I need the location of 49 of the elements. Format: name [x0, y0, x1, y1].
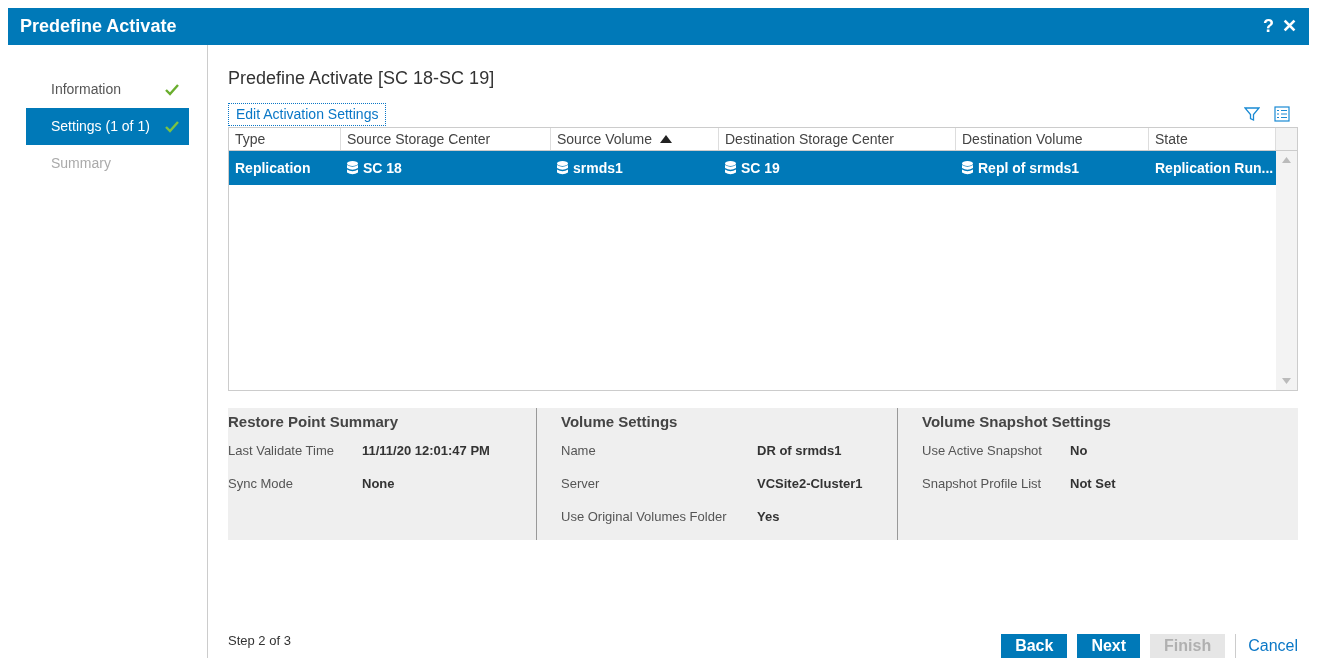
wizard-step[interactable]: Settings (1 of 1) [26, 108, 189, 145]
field-value: Not Set [1070, 474, 1116, 493]
field-label: Last Validate Time [228, 441, 335, 460]
step-indicator: Step 2 of 3 [228, 631, 291, 650]
field-value: 11/11/20 12:01:47 PM [362, 441, 490, 460]
check-icon [165, 83, 179, 96]
help-button[interactable]: ? [1263, 13, 1274, 40]
column-header[interactable]: Source Volume [551, 128, 719, 150]
table-cell: SC 18 [341, 151, 551, 185]
table-cell-text: Replication Run... [1154, 158, 1275, 178]
section-title: Volume Settings [561, 411, 679, 432]
field-value: Yes [757, 507, 780, 526]
field-value: VCSite2-Cluster1 [757, 474, 863, 493]
cancel-link[interactable]: Cancel [1235, 634, 1298, 658]
table-row[interactable]: Replication SC 18 srmds1 SC 19 Repl of srmds1 Replication Run... [229, 151, 1276, 185]
section-title: Volume Snapshot Settings [922, 411, 1112, 432]
table-cell: srmds1 [551, 151, 719, 185]
scrollbar-corner [1276, 128, 1297, 150]
edit-settings-link[interactable]: Edit Activation Settings [228, 102, 387, 126]
sort-ascending-icon [659, 135, 672, 143]
field-label: Use Active Snapshot [922, 441, 1043, 460]
scrollbar[interactable] [1276, 151, 1297, 390]
table-cell-text: Replication [234, 158, 312, 178]
field-label: Use Original Volumes Folder [561, 507, 728, 526]
wizard-button[interactable]: Next [1077, 634, 1141, 658]
column-header[interactable]: Destination Storage Center [719, 128, 956, 150]
table-cell: SC 19 [719, 151, 956, 185]
page-heading: Predefine Activate [SC 18-SC 19] [228, 67, 496, 90]
field-value: None [362, 474, 395, 493]
field-label: Name [561, 441, 597, 460]
field-label: Snapshot Profile List [922, 474, 1043, 493]
column-header[interactable]: Source Storage Center [341, 128, 551, 150]
filter-icon[interactable] [1244, 106, 1260, 122]
scroll-up-icon[interactable] [1282, 157, 1291, 163]
column-list-icon[interactable] [1274, 106, 1290, 122]
table-cell: Repl of srmds1 [956, 151, 1149, 185]
column-header[interactable]: Type [229, 128, 341, 150]
close-button[interactable]: ✕ [1282, 13, 1297, 40]
section-title: Restore Point Summary [228, 411, 400, 432]
field-label: Sync Mode [228, 474, 295, 493]
field-value: No [1070, 441, 1088, 460]
scroll-down-icon[interactable] [1282, 378, 1291, 384]
wizard-button[interactable]: Back [1001, 634, 1068, 658]
check-icon [165, 120, 179, 133]
wizard-step[interactable]: Information [26, 71, 189, 108]
column-header[interactable]: Destination Volume [956, 128, 1149, 150]
field-value: DR of srmds1 [757, 441, 842, 460]
field-label: Server [561, 474, 601, 493]
window-title: Predefine Activate [20, 15, 177, 38]
